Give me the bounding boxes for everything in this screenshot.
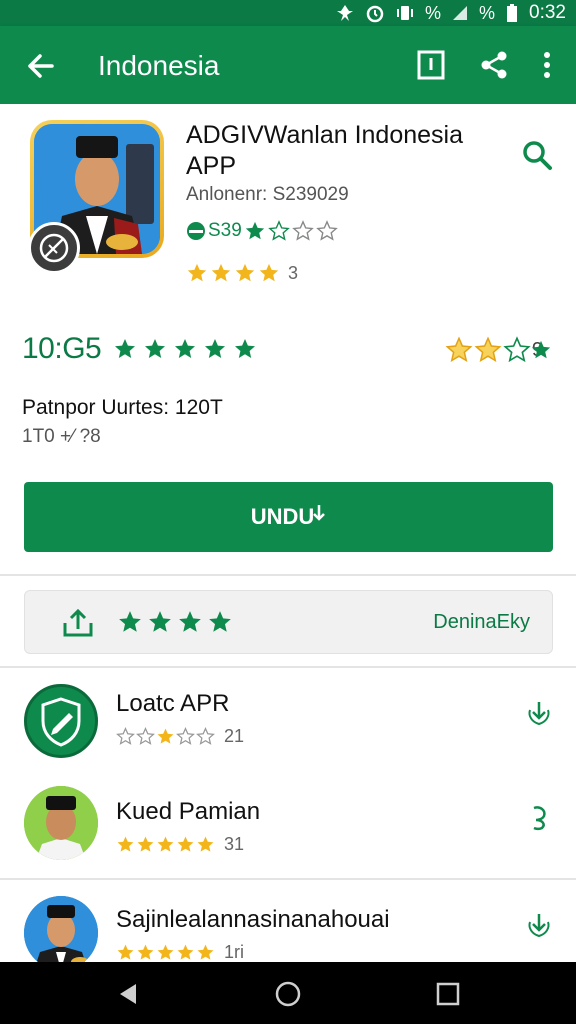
list-item-rating: 21 (116, 726, 244, 747)
list-item-count: 31 (224, 834, 245, 854)
status-icons: % % 0:32 (335, 2, 566, 24)
nav-home-icon[interactable] (274, 980, 302, 1008)
review-stars[interactable] (117, 609, 233, 635)
install-small-icon[interactable] (524, 910, 554, 940)
blocked-badge-icon (28, 222, 80, 274)
list-item-count: 21 (224, 726, 245, 746)
star-gold-icon (197, 944, 214, 960)
star-green-icon (115, 339, 136, 358)
downloads-stat: 10:G5 (22, 332, 257, 366)
star-green-icon (175, 339, 196, 358)
list-item-title: Sajinlealannasinanahouai (116, 906, 390, 933)
clock: 0:32 (529, 2, 566, 23)
search-icon[interactable] (520, 138, 554, 172)
star-green-icon[interactable] (207, 609, 233, 635)
star-outline-icon (196, 727, 215, 745)
divider (0, 878, 576, 880)
star-green-icon (235, 339, 256, 358)
star-gold-icon (157, 836, 174, 852)
star-gold-icon (177, 944, 194, 960)
star-gold-icon (197, 836, 214, 852)
shield-pen-icon (24, 684, 98, 758)
star-outline-icon (267, 220, 290, 241)
install-button-label: UNDU (250, 504, 315, 529)
avatar (24, 786, 98, 860)
star-gold-outline-icon[interactable] (474, 336, 502, 364)
rating-count: 3 (288, 262, 299, 283)
star-green-icon (205, 339, 226, 358)
rating-summary: S39 (186, 220, 338, 242)
list-item-count: 1ri (224, 942, 245, 962)
star-gold-icon (137, 944, 154, 960)
list-item-rating: 31 (116, 834, 244, 855)
list-item-title: Loatc APR (116, 690, 230, 717)
notification-icon (336, 5, 353, 21)
more-options-icon[interactable] (530, 48, 564, 82)
rating-stars-secondary: 3 (186, 262, 298, 284)
star-outline-icon (116, 727, 135, 745)
divider (0, 666, 576, 668)
avatar (24, 896, 98, 962)
star-gold-icon (117, 944, 134, 960)
rating-badge-icon (187, 222, 205, 240)
signal-icon (453, 6, 467, 20)
system-nav-bar (0, 962, 576, 1024)
divider (0, 574, 576, 576)
rate-stars-widget[interactable]: 9 (445, 336, 552, 364)
star-outline-icon[interactable] (503, 336, 531, 364)
downloads-number: 10:G5 (22, 332, 102, 365)
app-developer: Anlonenr: S239029 (186, 184, 349, 205)
app-detail-content: ADGIVWanlan Indonesia APP Anlonenr: S239… (0, 104, 576, 962)
install-button[interactable]: UNDU (24, 482, 553, 552)
update-sub-info: 1T0 +⁄ ?8 (22, 426, 101, 447)
star-green-icon[interactable] (147, 609, 173, 635)
star-gold-icon (157, 944, 174, 960)
review-bar-link[interactable]: DeninaEky (433, 611, 530, 634)
list-item-rating: 1ri (116, 942, 244, 962)
star-gold-icon (177, 836, 194, 852)
upload-icon[interactable] (61, 605, 95, 639)
star-outline-icon (291, 220, 314, 241)
list-item-title: Kued Pamian (116, 798, 261, 825)
update-info: Patnpor Uurtes: 120T (22, 396, 223, 419)
app-name: ADGIVWanlan Indonesia APP (186, 121, 464, 180)
star-gold-icon (117, 836, 134, 852)
nav-recents-icon[interactable] (434, 980, 462, 1008)
star-green-icon[interactable] (530, 339, 552, 361)
rating-text: S39 (208, 220, 242, 241)
star-outline-icon (136, 727, 155, 745)
bookmark-icon[interactable] (414, 48, 448, 82)
star-green-icon[interactable] (117, 609, 143, 635)
star-gold-icon (187, 263, 207, 282)
star-gold-icon (235, 263, 255, 282)
alarm-icon (366, 5, 384, 23)
star-gold-icon (157, 728, 174, 744)
star-gold-icon (137, 836, 154, 852)
nav-back-icon[interactable] (114, 980, 142, 1008)
list-item[interactable]: Sajinlealannasinanahouai 1ri (0, 890, 576, 962)
list-item[interactable]: Loatc APR 21 (0, 678, 576, 778)
star-filled-icon (245, 221, 264, 240)
app-toolbar: Indonesia (0, 26, 576, 104)
battery-icon (507, 4, 518, 22)
star-green-icon (145, 339, 166, 358)
review-bar: DeninaEky (24, 590, 553, 654)
star-gold-outline-icon[interactable] (445, 336, 473, 364)
star-gold-icon (211, 263, 231, 282)
vibrate-icon (396, 6, 413, 20)
download-arrow-icon (313, 505, 326, 521)
list-item[interactable]: Kued Pamian 31 (0, 782, 576, 882)
status-bar: % % 0:32 (0, 0, 576, 26)
star-outline-icon (176, 727, 195, 745)
battery-percent-label-2: % (479, 2, 496, 23)
share-icon[interactable] (478, 48, 512, 82)
star-green-icon[interactable] (177, 609, 203, 635)
install-small-icon[interactable] (524, 802, 554, 832)
back-arrow-icon[interactable] (22, 48, 58, 84)
battery-percent-label-1: % (424, 2, 441, 23)
page-title: Indonesia (98, 50, 220, 81)
star-outline-icon (315, 220, 338, 241)
install-small-icon[interactable] (524, 698, 554, 728)
star-gold-icon (259, 263, 279, 282)
